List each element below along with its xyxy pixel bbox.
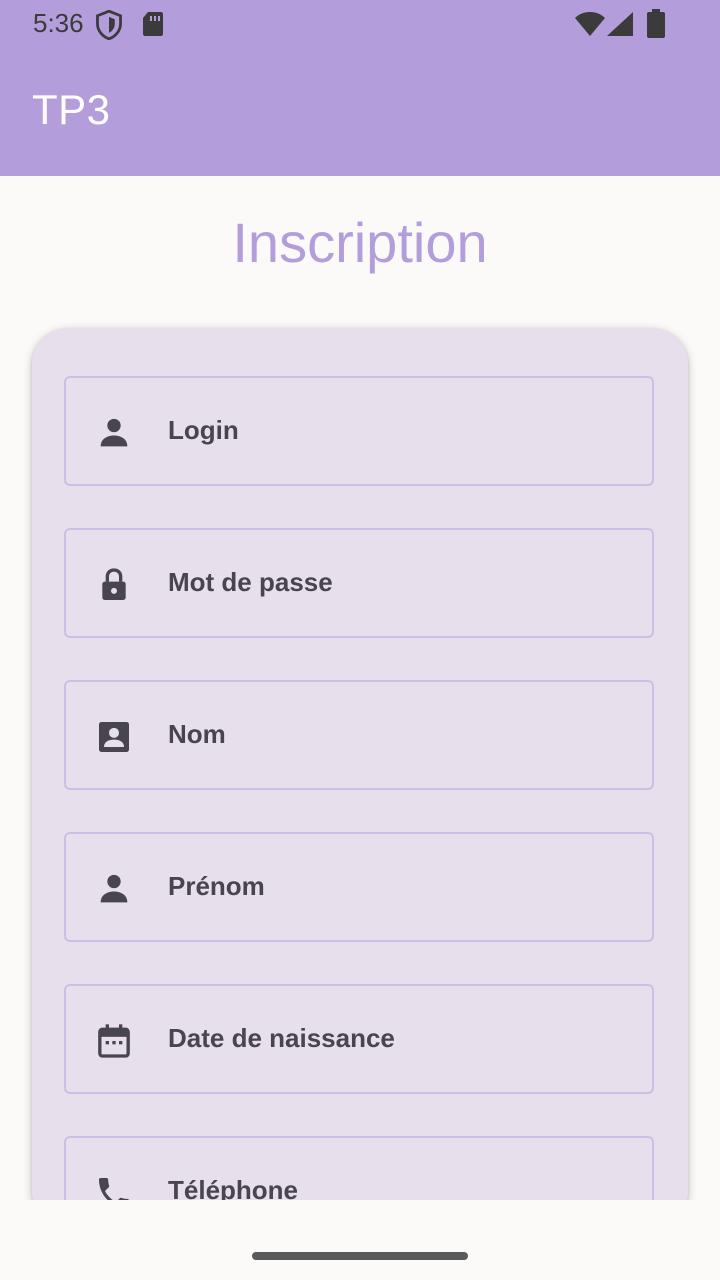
battery-icon xyxy=(646,9,666,44)
sd-card-icon xyxy=(141,11,165,42)
wifi-icon xyxy=(574,11,606,42)
last-name-field-label: Nom xyxy=(168,719,226,749)
person-icon xyxy=(94,869,134,909)
password-field-label: Mot de passe xyxy=(168,567,333,597)
status-time: 5:36 xyxy=(33,8,84,38)
login-field-label: Login xyxy=(168,415,239,445)
registration-card: Login Mot de passe Nom Prénom Date de na… xyxy=(32,328,688,1246)
first-name-field[interactable]: Prénom xyxy=(64,832,654,942)
first-name-field-label: Prénom xyxy=(168,871,265,901)
app-title: TP3 xyxy=(32,86,111,133)
signal-icon xyxy=(606,11,634,42)
login-field[interactable]: Login xyxy=(64,376,654,486)
navigation-bar xyxy=(0,1200,720,1280)
app-bar: TP3 xyxy=(0,48,720,176)
home-gesture-handle[interactable] xyxy=(252,1252,468,1260)
birth-date-field-label: Date de naissance xyxy=(168,1023,395,1053)
password-field[interactable]: Mot de passe xyxy=(64,528,654,638)
last-name-field[interactable]: Nom xyxy=(64,680,654,790)
status-bar: 5:36 xyxy=(0,0,720,48)
lock-icon xyxy=(94,565,134,605)
birth-date-field[interactable]: Date de naissance xyxy=(64,984,654,1094)
person-icon xyxy=(94,413,134,453)
calendar-icon xyxy=(94,1021,134,1061)
contact-card-icon xyxy=(94,717,134,757)
page-title: Inscription xyxy=(232,211,488,274)
shield-icon xyxy=(95,9,123,45)
